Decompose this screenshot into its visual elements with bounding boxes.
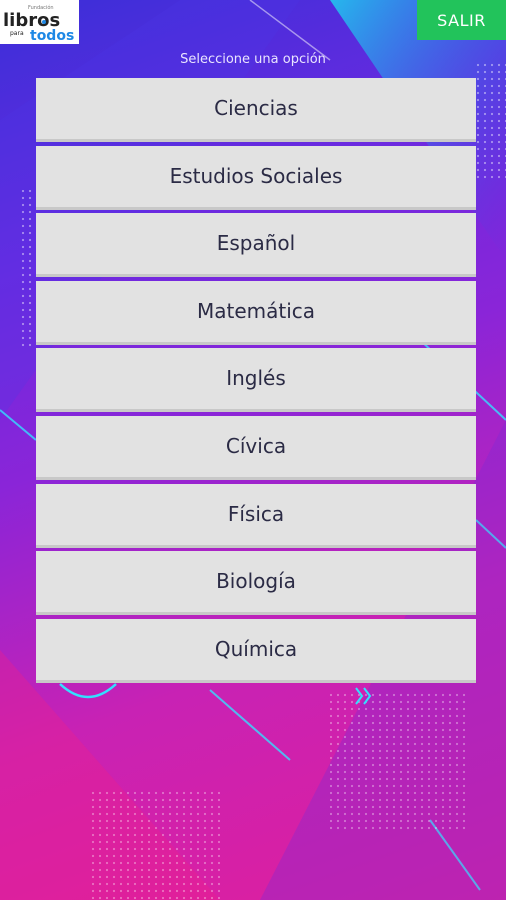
logo-text-para: para	[10, 30, 24, 37]
subject-button-ciencias[interactable]: Ciencias	[36, 78, 476, 142]
subject-button-estudios-sociales[interactable]: Estudios Sociales	[36, 145, 476, 210]
exit-button[interactable]: SALIR	[417, 0, 506, 40]
subject-button-biologia[interactable]: Biología	[36, 551, 476, 616]
subject-button-quimica[interactable]: Química	[36, 618, 476, 683]
subject-button-matematica[interactable]: Matemática	[36, 280, 476, 345]
page-prompt: Seleccione una opción	[180, 52, 326, 67]
subject-button-ingles[interactable]: Inglés	[36, 348, 476, 413]
subject-button-espanol[interactable]: Español	[36, 213, 476, 278]
subject-menu: Ciencias Estudios Sociales Español Matem…	[36, 78, 476, 686]
subject-button-civica[interactable]: Cívica	[36, 415, 476, 480]
subject-button-fisica[interactable]: Física	[36, 483, 476, 548]
app-logo: Fundación libros para todos	[0, 0, 79, 44]
logo-text-todos: todos	[30, 28, 74, 44]
